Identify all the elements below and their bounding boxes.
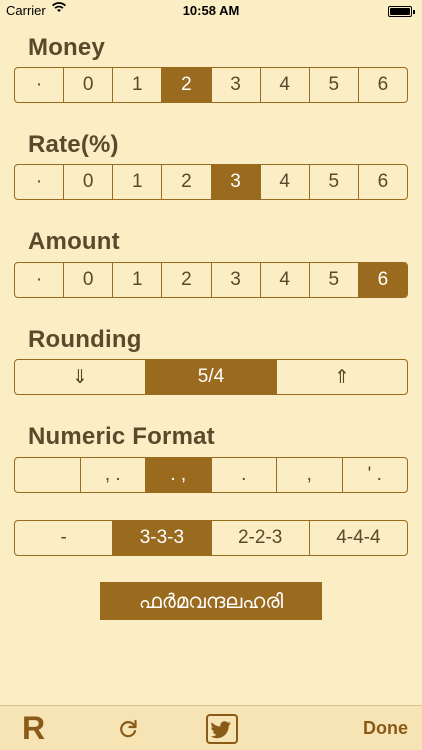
separators-segment[interactable] bbox=[15, 458, 81, 492]
status-time: 10:58 AM bbox=[182, 3, 240, 18]
rate-segment[interactable]: 5 bbox=[310, 165, 359, 199]
money-segment[interactable]: 1 bbox=[113, 68, 163, 102]
money-segment[interactable]: 3 bbox=[212, 68, 261, 102]
rate-segment[interactable]: · bbox=[15, 165, 65, 199]
status-bar: Carrier 10:58 AM bbox=[0, 0, 422, 22]
amount-segment[interactable]: 4 bbox=[261, 263, 310, 297]
money-segment[interactable]: 0 bbox=[64, 68, 114, 102]
grouping-segment[interactable]: 2-2-3 bbox=[212, 521, 310, 555]
grouping-format-control[interactable]: -3-3-3 2-2-3 4-4-4 bbox=[14, 520, 408, 556]
amount-segment[interactable]: · bbox=[15, 263, 65, 297]
rounding-segment[interactable]: ⇓ bbox=[15, 360, 146, 394]
money-segment[interactable]: 4 bbox=[261, 68, 310, 102]
rate-title: Rate(%) bbox=[28, 131, 119, 158]
amount-segment[interactable]: 6 bbox=[358, 263, 407, 297]
separators-segment[interactable]: . , bbox=[146, 458, 212, 492]
amount-segment[interactable]: 0 bbox=[64, 263, 114, 297]
money-segment[interactable]: · bbox=[15, 68, 65, 102]
separators-segment[interactable]: . bbox=[212, 458, 277, 492]
language-button[interactable]: ഫര്‍മവന്ദലഹരി bbox=[100, 582, 322, 620]
money-title: Money bbox=[28, 34, 106, 61]
twitter-icon[interactable] bbox=[206, 706, 238, 750]
money-segment[interactable]: 5 bbox=[310, 68, 359, 102]
rate-segment[interactable]: 0 bbox=[64, 165, 114, 199]
amount-segment[interactable]: 5 bbox=[310, 263, 359, 297]
rate-segment[interactable]: 4 bbox=[261, 165, 310, 199]
money-segment[interactable]: 2 bbox=[162, 68, 212, 102]
separators-segment[interactable]: ' . bbox=[343, 458, 408, 492]
rate-segment[interactable]: 3 bbox=[211, 165, 261, 199]
battery-icon bbox=[388, 6, 415, 17]
bottom-toolbar: R Done bbox=[0, 705, 422, 750]
rounding-title: Rounding bbox=[28, 326, 142, 353]
separators-segment[interactable]: , . bbox=[81, 458, 146, 492]
rate-segment[interactable]: 6 bbox=[359, 165, 407, 199]
separators-segment[interactable]: , bbox=[277, 458, 343, 492]
refresh-icon[interactable] bbox=[116, 706, 140, 750]
rounding-segmented-control[interactable]: ⇓ 5/4 ⇑ bbox=[14, 359, 408, 395]
rounding-segment[interactable]: ⇑ bbox=[277, 360, 407, 394]
rate-segmented-control[interactable]: · 0 1 2 3 4 5 6 bbox=[14, 164, 408, 200]
app-logo[interactable]: R bbox=[22, 706, 45, 750]
amount-segment[interactable]: 3 bbox=[212, 263, 261, 297]
done-button[interactable]: Done bbox=[363, 706, 408, 750]
amount-title: Amount bbox=[28, 228, 120, 255]
grouping-segment[interactable]: - bbox=[15, 521, 114, 555]
money-segmented-control[interactable]: · 0 1 2 3 4 5 6 bbox=[14, 67, 408, 103]
rounding-segment[interactable]: 5/4 bbox=[146, 360, 277, 394]
amount-segment[interactable]: 1 bbox=[113, 263, 163, 297]
amount-segment[interactable]: 2 bbox=[162, 263, 212, 297]
rate-segment[interactable]: 2 bbox=[162, 165, 212, 199]
separator-format-control[interactable]: , .. ,., ' . bbox=[14, 457, 408, 493]
grouping-segment[interactable]: 3-3-3 bbox=[113, 521, 212, 555]
rate-segment[interactable]: 1 bbox=[113, 165, 163, 199]
money-segment[interactable]: 6 bbox=[359, 68, 407, 102]
numeric-format-title: Numeric Format bbox=[28, 423, 215, 450]
amount-segmented-control[interactable]: · 0 1 2 3 4 5 6 bbox=[14, 262, 408, 298]
grouping-segment[interactable]: 4-4-4 bbox=[310, 521, 407, 555]
